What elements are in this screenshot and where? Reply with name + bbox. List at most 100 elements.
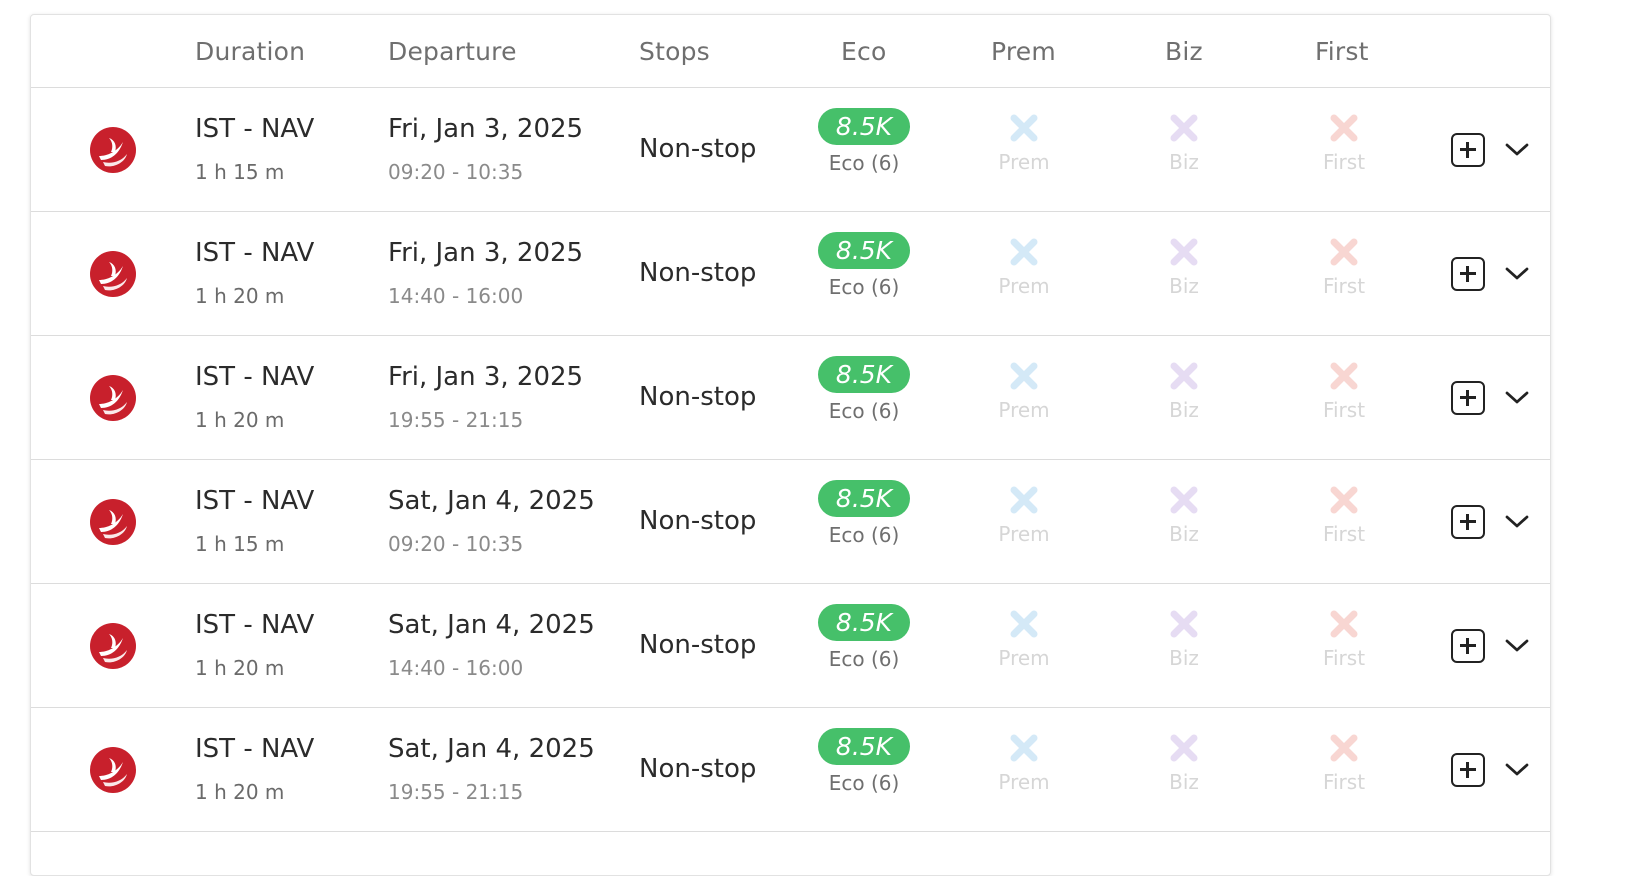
eco-cabin[interactable]: 8.5K Eco (6) [804,232,924,299]
biz-unavailable-x-icon [1170,362,1198,390]
add-flight-button[interactable] [1451,629,1485,663]
eco-price-badge[interactable]: 8.5K [817,728,911,765]
prem-unavailable-x-icon [1010,610,1038,638]
eco-seats-label: Eco (6) [828,151,900,175]
flight-duration: 1 h 15 m [195,532,285,556]
prem-label: Prem [998,274,1050,298]
eco-seats-label: Eco (6) [828,523,900,547]
departure-date: Sat, Jan 4, 2025 [388,610,595,640]
eco-cabin[interactable]: 8.5K Eco (6) [804,480,924,547]
eco-cabin[interactable]: 8.5K Eco (6) [804,728,924,795]
flight-row[interactable]: IST - NAV 1 h 20 m Sat, Jan 4, 2025 14:4… [31,584,1550,708]
flight-duration: 1 h 20 m [195,656,285,680]
add-flight-button[interactable] [1451,381,1485,415]
prem-unavailable-x-icon [1010,114,1038,142]
expand-row-chevron-down-icon[interactable] [1503,386,1531,408]
first-cabin: First [1284,108,1404,174]
eco-price-badge[interactable]: 8.5K [817,356,911,393]
eco-cabin[interactable]: 8.5K Eco (6) [804,604,924,671]
route: IST - NAV [195,486,315,516]
biz-label: Biz [1169,646,1199,670]
flight-row[interactable]: IST - NAV 1 h 20 m Sat, Jan 4, 2025 19:5… [31,708,1550,832]
departure-date: Fri, Jan 3, 2025 [388,114,584,144]
flight-results-table: Duration Departure Stops Eco Prem Biz Fi… [30,14,1551,876]
header-prem[interactable]: Prem [991,37,1056,66]
biz-cabin: Biz [1124,356,1244,422]
route: IST - NAV [195,114,315,144]
departure-date: Sat, Jan 4, 2025 [388,734,595,764]
prem-unavailable-x-icon [1010,486,1038,514]
first-unavailable-x-icon [1330,734,1358,762]
prem-label: Prem [998,770,1050,794]
biz-label: Biz [1169,770,1199,794]
first-label: First [1322,522,1366,546]
biz-cabin: Biz [1124,604,1244,670]
expand-row-chevron-down-icon[interactable] [1503,510,1531,532]
first-label: First [1322,646,1366,670]
flight-duration: 1 h 20 m [195,284,285,308]
flight-duration: 1 h 20 m [195,780,285,804]
departure-time: 19:55 - 21:15 [388,780,524,804]
header-duration[interactable]: Duration [195,37,305,66]
departure-time: 09:20 - 10:35 [388,160,524,184]
expand-row-chevron-down-icon[interactable] [1503,138,1531,160]
eco-seats-label: Eco (6) [828,647,900,671]
departure-time: 14:40 - 16:00 [388,656,524,680]
add-flight-button[interactable] [1451,753,1485,787]
route: IST - NAV [195,362,315,392]
expand-row-chevron-down-icon[interactable] [1503,758,1531,780]
prem-label: Prem [998,150,1050,174]
prem-unavailable-x-icon [1010,238,1038,266]
prem-cabin: Prem [964,480,1084,546]
header-eco[interactable]: Eco [841,37,886,66]
departure-time: 14:40 - 16:00 [388,284,524,308]
biz-cabin: Biz [1124,728,1244,794]
biz-cabin: Biz [1124,480,1244,546]
turkish-airlines-logo-icon [90,747,136,793]
biz-unavailable-x-icon [1170,486,1198,514]
add-flight-button[interactable] [1451,133,1485,167]
expand-row-chevron-down-icon[interactable] [1503,634,1531,656]
prem-label: Prem [998,398,1050,422]
eco-price-badge[interactable]: 8.5K [817,604,911,641]
expand-row-chevron-down-icon[interactable] [1503,262,1531,284]
flight-row[interactable]: IST - NAV 1 h 20 m Fri, Jan 3, 2025 14:4… [31,212,1550,336]
turkish-airlines-logo-icon [90,623,136,669]
first-unavailable-x-icon [1330,610,1358,638]
flight-row[interactable]: IST - NAV 1 h 15 m Fri, Jan 3, 2025 09:2… [31,88,1550,212]
eco-price-badge[interactable]: 8.5K [817,480,911,517]
add-flight-button[interactable] [1451,505,1485,539]
stops: Non-stop [639,382,757,412]
biz-unavailable-x-icon [1170,734,1198,762]
eco-seats-label: Eco (6) [828,275,900,299]
header-departure[interactable]: Departure [388,37,517,66]
stops: Non-stop [639,630,757,660]
header-stops[interactable]: Stops [639,37,710,66]
first-label: First [1322,398,1366,422]
first-unavailable-x-icon [1330,238,1358,266]
prem-cabin: Prem [964,232,1084,298]
eco-cabin[interactable]: 8.5K Eco (6) [804,356,924,423]
add-flight-button[interactable] [1451,257,1485,291]
eco-price-badge[interactable]: 8.5K [817,232,911,269]
biz-unavailable-x-icon [1170,238,1198,266]
biz-cabin: Biz [1124,108,1244,174]
prem-cabin: Prem [964,604,1084,670]
header-biz[interactable]: Biz [1165,37,1203,66]
stops: Non-stop [639,134,757,164]
first-label: First [1322,150,1366,174]
flight-row[interactable]: IST - NAV 1 h 15 m Sat, Jan 4, 2025 09:2… [31,460,1550,584]
biz-label: Biz [1169,274,1199,298]
first-cabin: First [1284,232,1404,298]
first-label: First [1322,274,1366,298]
first-label: First [1322,770,1366,794]
first-unavailable-x-icon [1330,486,1358,514]
header-first[interactable]: First [1315,37,1369,66]
prem-cabin: Prem [964,108,1084,174]
eco-cabin[interactable]: 8.5K Eco (6) [804,108,924,175]
turkish-airlines-logo-icon [90,375,136,421]
biz-unavailable-x-icon [1170,610,1198,638]
eco-price-badge[interactable]: 8.5K [817,108,911,145]
flight-row[interactable]: IST - NAV 1 h 20 m Fri, Jan 3, 2025 19:5… [31,336,1550,460]
prem-unavailable-x-icon [1010,362,1038,390]
